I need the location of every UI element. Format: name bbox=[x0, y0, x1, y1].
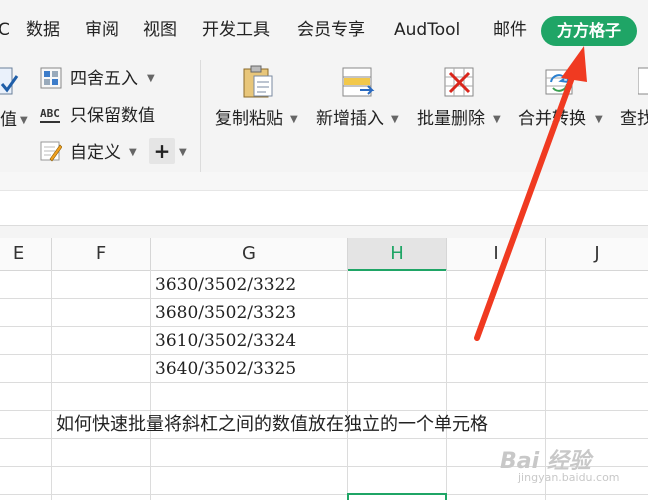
watermark-url: jingyan.baidu.com bbox=[518, 471, 620, 484]
annotation-arrow-icon bbox=[474, 46, 587, 341]
